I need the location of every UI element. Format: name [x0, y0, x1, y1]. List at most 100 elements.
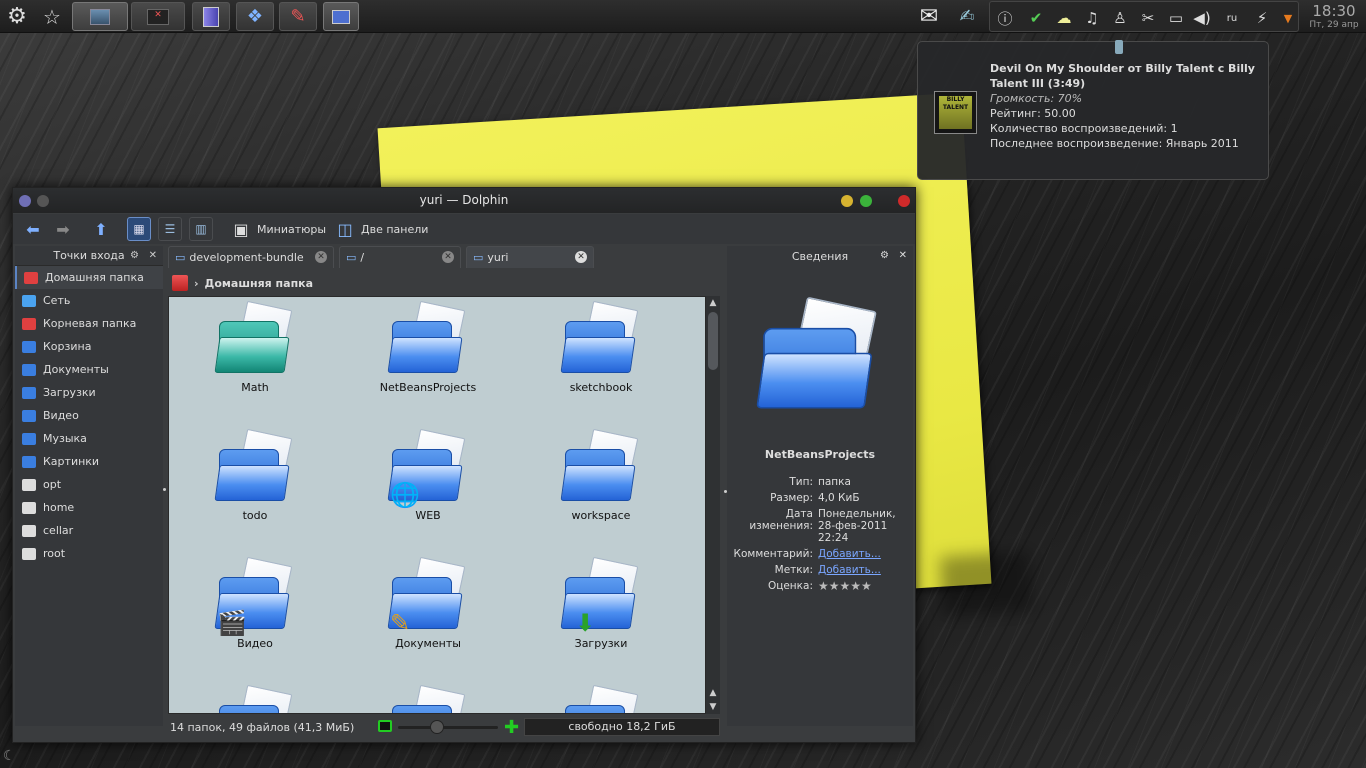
dolphin-window: yuri — Dolphin ⬅ ➡ ⬆ ▦ ☰ ▥ ▣ Миниатюры ◫… [12, 187, 916, 743]
taskbar-item-cube-icon[interactable] [192, 2, 230, 31]
taskbar-item-display-icon[interactable] [323, 2, 359, 31]
split-label: Две панели [361, 222, 429, 236]
close-button[interactable] [898, 195, 910, 207]
desktop-toolbox-icon[interactable]: ☾ [3, 748, 16, 764]
places-item[interactable]: home [15, 496, 163, 519]
favorites-star-icon[interactable]: ☆ [38, 2, 66, 31]
tab-close-icon[interactable]: ✕ [315, 251, 327, 263]
weather-icon[interactable]: ☁ [1054, 8, 1074, 28]
places-close-icon[interactable]: ✕ [149, 250, 157, 261]
details-view-button[interactable]: ☰ [158, 217, 182, 241]
folder-icon: ▭ [175, 251, 186, 264]
places-item[interactable]: Сеть [15, 289, 163, 312]
thumbnails-toggle[interactable]: ▣ Миниатюры [231, 217, 326, 241]
back-button[interactable]: ⬅ [23, 217, 43, 241]
scroll-up-small-icon[interactable]: ▲ [706, 688, 720, 698]
battery-icon[interactable]: ▭ [1166, 8, 1186, 28]
tray-expand-arrow-icon[interactable]: ▼ [1278, 8, 1298, 28]
keyboard-layout[interactable]: ru [1222, 8, 1242, 28]
places-item[interactable]: Корзина [15, 335, 163, 358]
file-item-downloads[interactable]: ⬇ Загрузки [531, 556, 671, 650]
places-item-label: cellar [43, 524, 74, 537]
kickoff-gear-icon[interactable]: ⚙ [2, 2, 32, 31]
digital-clock[interactable]: 18:30 Пт, 29 апр [1302, 0, 1366, 33]
taskbar-item-network-icon[interactable]: ❖ [236, 2, 274, 31]
window-menu-icon[interactable] [19, 195, 31, 207]
klipper-scissors-icon[interactable]: ✂ [1138, 8, 1158, 28]
update-check-icon[interactable]: ✔ [1026, 8, 1046, 28]
file-item-math[interactable]: Math [185, 300, 325, 394]
tab-close-icon[interactable]: ✕ [575, 251, 587, 263]
user-icon[interactable]: ♙ [1110, 8, 1130, 28]
places-item[interactable]: Документы [15, 358, 163, 381]
file-item-partial[interactable] [531, 684, 671, 713]
vertical-scrollbar[interactable]: ▲ ▲ ▼ [706, 296, 720, 714]
file-item-video[interactable]: 🎬 Видео [185, 556, 325, 650]
places-item[interactable]: Корневая папка [15, 312, 163, 335]
zoom-slider[interactable]: ✚ [378, 717, 519, 738]
info-icon[interactable]: ⓘ [995, 8, 1015, 28]
add-comment-link[interactable]: Добавить... [818, 548, 913, 560]
volume-icon[interactable]: ◀) [1192, 8, 1212, 28]
file-item-sketchbook[interactable]: sketchbook [531, 300, 671, 394]
file-label: NetBeansProjects [379, 381, 477, 394]
breadcrumb[interactable]: › Домашняя папка [168, 271, 708, 295]
file-label: WEB [415, 509, 441, 522]
taskbar-item-system-icon[interactable]: ✎ [279, 2, 317, 31]
file-view[interactable]: Math NetBeansProjects sketchbook todo 🌐 … [168, 296, 706, 714]
zoom-slider-knob[interactable] [430, 720, 444, 734]
places-item-label: Корневая папка [43, 317, 137, 330]
file-item-documents[interactable]: ✎ Документы [358, 556, 498, 650]
places-item[interactable]: root [15, 542, 163, 565]
file-item-web[interactable]: 🌐 WEB [358, 428, 498, 522]
info-close-icon[interactable]: ✕ [899, 250, 907, 261]
tab-development-bundle[interactable]: ▭ development-bundle ✕ [168, 246, 334, 268]
places-item[interactable]: Домашняя папка [15, 266, 163, 289]
icons-view-button[interactable]: ▦ [127, 217, 151, 241]
taskbar-item-terminal[interactable]: ✕ [131, 2, 185, 31]
rating-stars[interactable]: ★★★★★ [818, 580, 913, 593]
tab-root[interactable]: ▭ / ✕ [339, 246, 461, 268]
window-pin-icon[interactable] [37, 195, 49, 207]
window-titlebar[interactable]: yuri — Dolphin [13, 188, 915, 213]
scroll-down-icon[interactable]: ▼ [706, 702, 720, 712]
add-tags-link[interactable]: Добавить... [818, 564, 913, 576]
mail-envelope-icon[interactable]: ✉ [912, 2, 946, 31]
breadcrumb-home[interactable]: Домашняя папка [205, 277, 314, 290]
maximize-button[interactable] [860, 195, 872, 207]
preview-folder-icon [756, 296, 887, 426]
places-item[interactable]: cellar [15, 519, 163, 542]
file-item-todo[interactable]: todo [185, 428, 325, 522]
places-item[interactable]: Видео [15, 404, 163, 427]
places-float-icon[interactable]: ⚙ [130, 250, 139, 261]
scrollbar-thumb[interactable] [708, 312, 718, 370]
splitter-handle[interactable] [163, 488, 166, 491]
zoom-out-icon[interactable] [378, 720, 392, 732]
notes-pencil-icon[interactable]: ✍ [950, 2, 984, 31]
window-title: yuri — Dolphin [419, 193, 509, 207]
places-item[interactable]: opt [15, 473, 163, 496]
network-disconnected-icon[interactable]: ⚡ [1252, 8, 1272, 28]
zoom-in-icon[interactable]: ✚ [504, 717, 519, 738]
tab-close-icon[interactable]: ✕ [442, 251, 454, 263]
places-item[interactable]: Музыка [15, 427, 163, 450]
minimize-button[interactable] [841, 195, 853, 207]
now-playing-notification[interactable]: BILLY TALENT Devil On My Shoulder от Bil… [917, 40, 1269, 180]
up-button[interactable]: ⬆ [91, 217, 111, 241]
music-note-icon[interactable]: ♫ [1082, 8, 1102, 28]
file-item-workspace[interactable]: workspace [531, 428, 671, 522]
places-item[interactable]: Загрузки [15, 381, 163, 404]
file-item-netbeans[interactable]: NetBeansProjects [358, 300, 498, 394]
info-value: 4,0 КиБ [818, 492, 860, 504]
tab-yuri[interactable]: ▭ yuri ✕ [466, 246, 594, 268]
info-float-icon[interactable]: ⚙ [880, 250, 889, 261]
scroll-up-icon[interactable]: ▲ [706, 298, 720, 308]
taskbar-item-desktop[interactable] [72, 2, 128, 31]
folder-icon [560, 428, 641, 503]
places-item[interactable]: Картинки [15, 450, 163, 473]
columns-view-button[interactable]: ▥ [189, 217, 213, 241]
forward-button[interactable]: ➡ [53, 217, 73, 241]
file-item-partial[interactable] [358, 684, 498, 713]
file-item-partial[interactable] [185, 684, 325, 713]
split-view-toggle[interactable]: ◫ Две панели [335, 217, 428, 241]
